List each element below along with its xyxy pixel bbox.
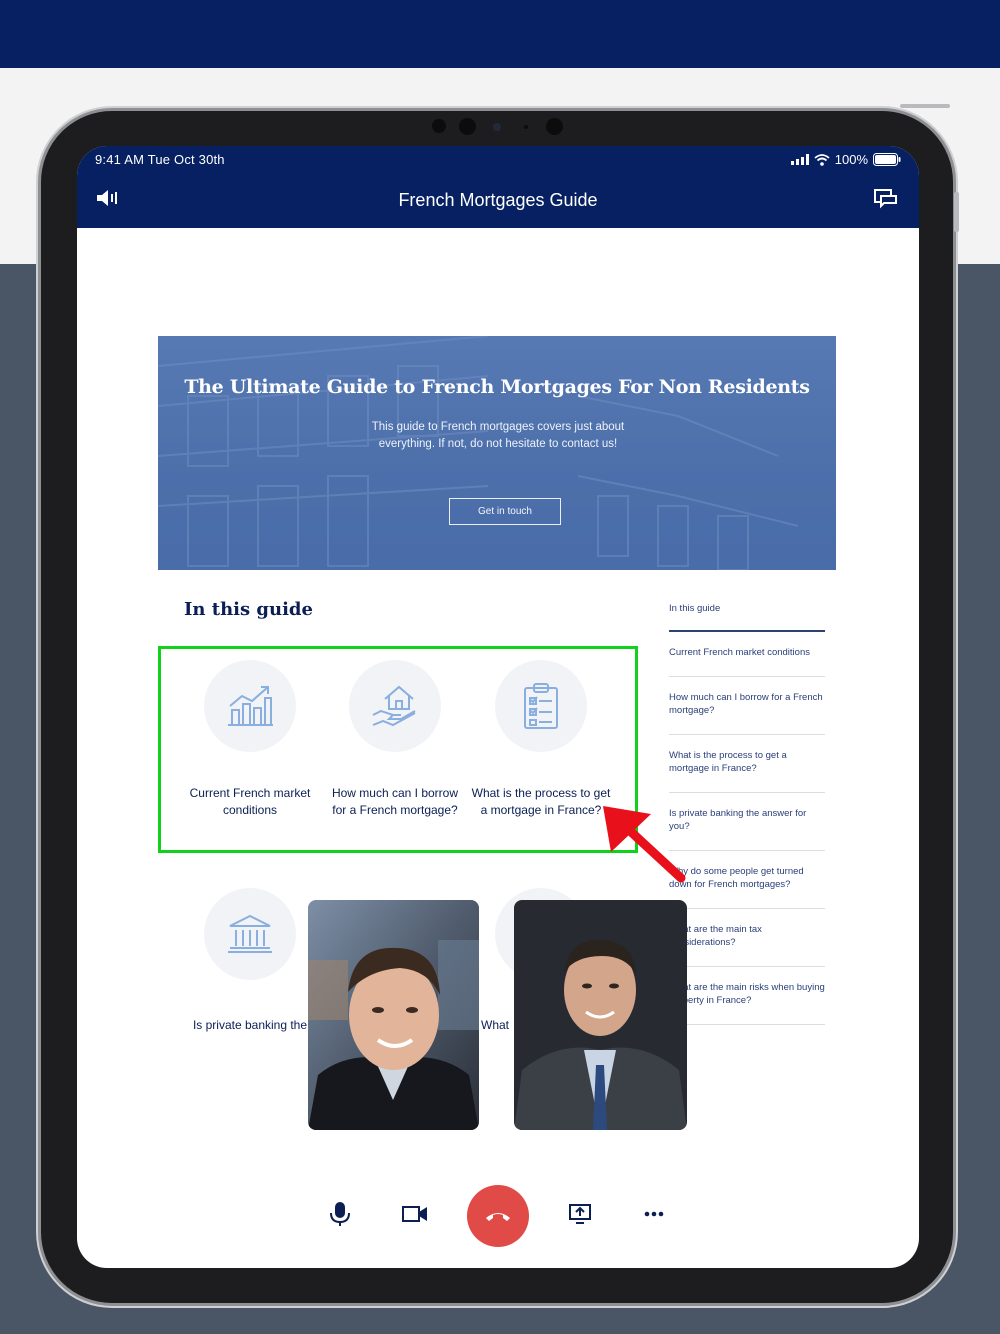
sensor-dot-small	[524, 125, 528, 129]
call-controls	[77, 1181, 919, 1251]
participant-video-1[interactable]	[308, 900, 479, 1130]
app-header: 9:41 AM Tue Oct 30th 100% French Mortgag…	[77, 146, 919, 228]
camera-dot	[493, 123, 501, 131]
hang-up-icon	[486, 1213, 510, 1221]
tablet-side-button	[954, 192, 959, 232]
red-arrow-annotation	[603, 806, 686, 883]
bank-icon	[228, 914, 272, 953]
building-illustration	[158, 336, 836, 570]
status-indicators: 100%	[790, 152, 901, 167]
toc-item[interactable]: Current French market conditions	[669, 632, 825, 677]
get-in-touch-button[interactable]: Get in touch	[449, 498, 561, 525]
top-banner	[0, 0, 1000, 68]
hero-banner: The Ultimate Guide to French Mortgages F…	[158, 336, 836, 570]
page-title: French Mortgages Guide	[398, 190, 598, 210]
proximity-sensor	[546, 118, 563, 135]
guide-heading: In this guide	[184, 599, 313, 620]
toc-item[interactable]: What is the process to get a mortgage in…	[669, 735, 825, 793]
battery-percent: 100%	[834, 152, 868, 167]
wifi-icon	[814, 153, 830, 166]
battery-icon	[873, 153, 901, 166]
guide-card-private-banking[interactable]: Is private banking the answer for you?	[180, 888, 320, 1033]
toc-item[interactable]: What are the main risks when buying prop…	[669, 967, 825, 1025]
hang-up-button[interactable]	[467, 1185, 529, 1247]
card-icon-circle	[204, 888, 296, 980]
status-time: 9:41 AM Tue Oct 30th	[95, 152, 225, 167]
toc-heading[interactable]: In this guide	[669, 600, 825, 632]
participant-photo-1	[308, 900, 479, 1130]
signal-icon	[790, 154, 809, 165]
app-screen: 9:41 AM Tue Oct 30th 100% French Mortgag…	[77, 146, 919, 1268]
camera-lens	[459, 118, 476, 135]
microphone-icon[interactable]	[325, 1199, 355, 1229]
card-label: Is private banking the answer for you?	[192, 1018, 308, 1032]
hero-subtitle: This guide to French mortgages covers ju…	[371, 421, 625, 450]
participant-video-2[interactable]	[514, 900, 687, 1130]
sensor-dot	[432, 119, 446, 133]
video-camera-icon[interactable]	[398, 1199, 432, 1229]
toc-item[interactable]: What are the main tax considerations?	[669, 909, 825, 967]
hero-title: The Ultimate Guide to French Mortgages F…	[184, 376, 810, 398]
chat-icon[interactable]	[873, 188, 899, 215]
participant-photo-2	[514, 900, 687, 1130]
tablet-top-button	[900, 104, 950, 108]
highlight-box	[158, 646, 638, 853]
toc-item[interactable]: How much can I borrow for a French mortg…	[669, 677, 825, 735]
more-icon[interactable]	[639, 1199, 669, 1229]
screen-share-icon[interactable]	[565, 1199, 595, 1229]
